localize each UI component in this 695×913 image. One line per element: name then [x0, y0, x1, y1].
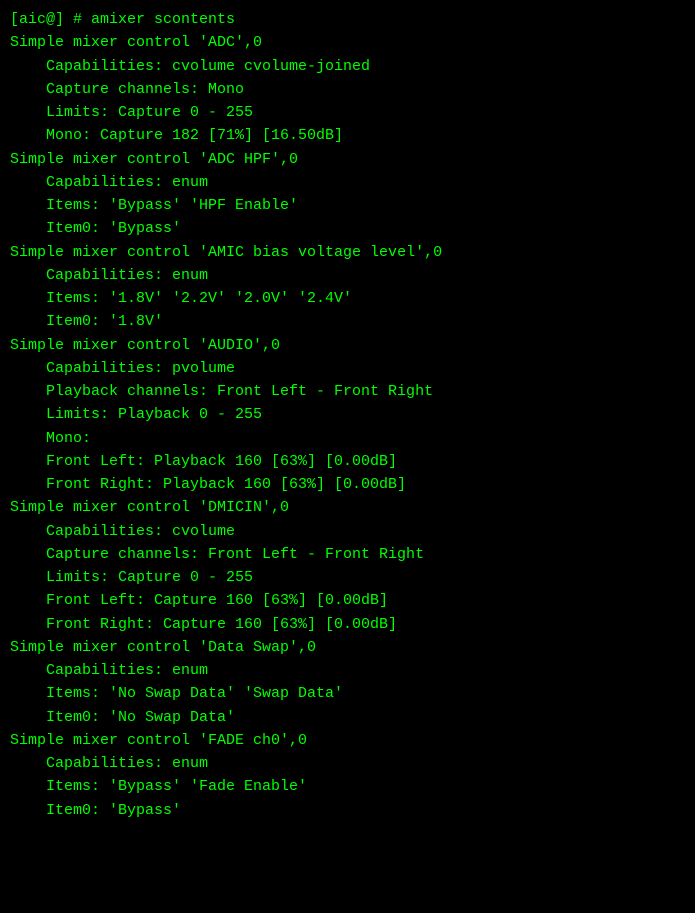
terminal-line: Mono: [10, 427, 685, 450]
terminal-line: Items: '1.8V' '2.2V' '2.0V' '2.4V' [10, 287, 685, 310]
terminal-line: Capabilities: cvolume [10, 520, 685, 543]
terminal-line: Capabilities: pvolume [10, 357, 685, 380]
terminal-line: Limits: Capture 0 - 255 [10, 101, 685, 124]
terminal-output: [aic@] # amixer scontentsSimple mixer co… [10, 8, 685, 822]
terminal-line: Simple mixer control 'Data Swap',0 [10, 636, 685, 659]
terminal-line: Simple mixer control 'AMIC bias voltage … [10, 241, 685, 264]
terminal-line: Simple mixer control 'DMICIN',0 [10, 496, 685, 519]
terminal-line: Items: 'Bypass' 'HPF Enable' [10, 194, 685, 217]
terminal-line: Playback channels: Front Left - Front Ri… [10, 380, 685, 403]
terminal-line: Item0: 'Bypass' [10, 799, 685, 822]
terminal-line: Capture channels: Mono [10, 78, 685, 101]
terminal-line: Capabilities: enum [10, 171, 685, 194]
terminal-line: Capabilities: enum [10, 752, 685, 775]
terminal-line: Simple mixer control 'FADE ch0',0 [10, 729, 685, 752]
terminal-line: Capabilities: cvolume cvolume-joined [10, 55, 685, 78]
terminal-line: [aic@] # amixer scontents [10, 8, 685, 31]
terminal-line: Simple mixer control 'ADC',0 [10, 31, 685, 54]
terminal-line: Limits: Capture 0 - 255 [10, 566, 685, 589]
terminal-line: Items: 'No Swap Data' 'Swap Data' [10, 682, 685, 705]
terminal-line: Item0: 'Bypass' [10, 217, 685, 240]
terminal-line: Capture channels: Front Left - Front Rig… [10, 543, 685, 566]
terminal-line: Simple mixer control 'ADC HPF',0 [10, 148, 685, 171]
terminal-line: Item0: '1.8V' [10, 310, 685, 333]
terminal-line: Front Right: Capture 160 [63%] [0.00dB] [10, 613, 685, 636]
terminal-line: Items: 'Bypass' 'Fade Enable' [10, 775, 685, 798]
terminal-line: Front Left: Playback 160 [63%] [0.00dB] [10, 450, 685, 473]
terminal-line: Capabilities: enum [10, 659, 685, 682]
terminal-line: Simple mixer control 'AUDIO',0 [10, 334, 685, 357]
terminal-line: Capabilities: enum [10, 264, 685, 287]
terminal-line: Item0: 'No Swap Data' [10, 706, 685, 729]
terminal-line: Front Right: Playback 160 [63%] [0.00dB] [10, 473, 685, 496]
terminal-line: Mono: Capture 182 [71%] [16.50dB] [10, 124, 685, 147]
terminal-line: Limits: Playback 0 - 255 [10, 403, 685, 426]
terminal-line: Front Left: Capture 160 [63%] [0.00dB] [10, 589, 685, 612]
